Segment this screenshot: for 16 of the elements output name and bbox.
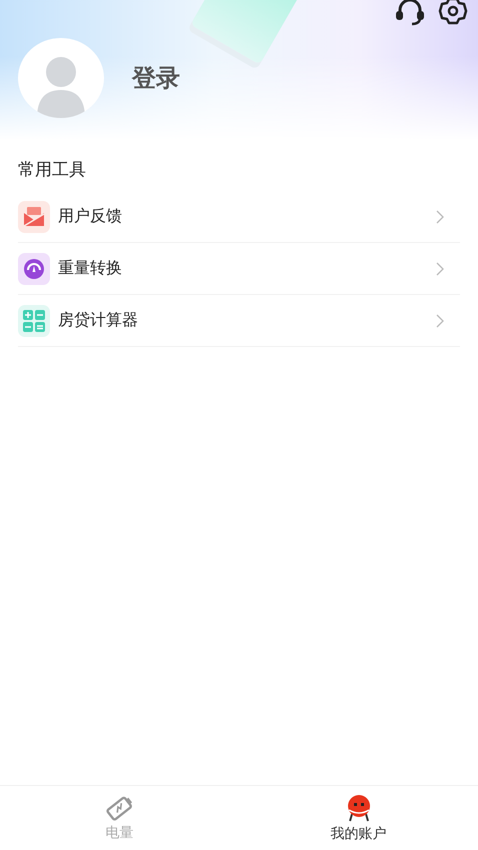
chevron-icon [436,210,444,224]
envelope-icon [18,200,50,232]
chevron-icon [436,314,444,328]
calculator-icon [18,304,50,336]
tool-item[interactable]: 重量转换 [18,243,460,295]
gauge-icon [18,252,50,284]
tool-item[interactable]: 用户反馈 [18,191,460,243]
section-title: 常用工具 [18,159,87,181]
login-link[interactable]: 登录 [132,62,180,94]
tab-label: 电量 [106,824,134,842]
tab-label: 我的账户 [330,824,386,842]
tool-item[interactable]: 房贷计算器 [18,295,460,347]
tab[interactable]: 我的账户 [239,786,478,850]
settings-icon[interactable] [438,0,468,26]
chevron-icon [436,262,444,276]
headset-icon[interactable] [394,0,426,26]
